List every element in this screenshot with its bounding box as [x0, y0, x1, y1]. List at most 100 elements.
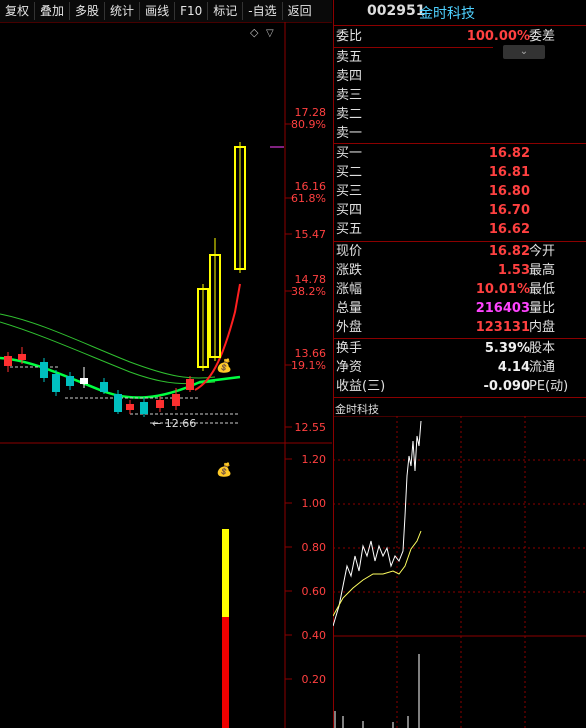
weibi-label: 委比 — [336, 29, 363, 44]
stat-value: 5.39% — [484, 341, 530, 356]
money-bag-icon: 💰 — [216, 358, 232, 374]
toolbar-button[interactable]: -自选 — [243, 2, 283, 20]
toolbar-button[interactable]: 标记 — [208, 2, 244, 20]
stat-label-secondary: 最低 — [529, 282, 556, 297]
sell-level-row[interactable]: 卖一 — [333, 125, 586, 143]
stat-value: -0.090 — [483, 379, 530, 394]
candle-body — [18, 354, 26, 360]
stat-value: 10.01% — [475, 282, 530, 297]
stat-row: 总量 216403 量比 — [333, 300, 586, 318]
stock-code: 002951 — [367, 3, 426, 19]
stat-label-secondary: PE(动) — [529, 379, 569, 394]
buy-level-label: 买二 — [336, 165, 363, 180]
pct-tick-label: 38.2% — [291, 285, 326, 298]
intraday-mini-chart[interactable] — [333, 416, 586, 728]
stat-row: 涨幅 10.01% 最低 — [333, 281, 586, 299]
toolbar-button[interactable]: 叠加 — [35, 2, 71, 20]
pct-tick-label: 80.9% — [291, 118, 326, 131]
stat-label: 净资 — [336, 360, 363, 375]
stat-label-secondary: 流通 — [529, 360, 556, 375]
intraday-avg-line — [333, 530, 422, 617]
chevron-down-icon[interactable]: ▽ — [266, 28, 274, 39]
candle-body — [80, 378, 88, 384]
volume-bar-yellow — [222, 529, 229, 617]
volume-tick-label: 0.40 — [302, 629, 327, 642]
volume-tick-label: 1.20 — [302, 453, 327, 466]
candle-body — [140, 402, 148, 414]
stat-value: 216403 — [475, 301, 530, 316]
chart-toolbar: 复权 叠加 多股 统计 画线 F10 标记 -自选 返回 — [0, 0, 332, 22]
buy-level-row[interactable]: 买四 16.70 — [333, 202, 586, 220]
stat-value: 16.82 — [488, 244, 530, 259]
stat-label: 换手 — [336, 341, 363, 356]
sell-level-row[interactable]: 卖三 — [333, 87, 586, 105]
intraday-volume — [334, 654, 420, 728]
buy-level-price: 16.70 — [488, 203, 530, 218]
toolbar-button[interactable]: 多股 — [70, 2, 106, 20]
candle-body — [172, 394, 180, 406]
stat-value: 4.14 — [497, 360, 530, 375]
toolbar-button[interactable]: 返回 — [283, 2, 317, 20]
ma-upper-line — [0, 313, 216, 379]
buy-level-row[interactable]: 买三 16.80 — [333, 183, 586, 201]
stat-label: 收益(三) — [336, 379, 386, 394]
stat-label-secondary: 内盘 — [529, 320, 556, 335]
volume-bar-red — [222, 617, 229, 728]
sell-level-row[interactable]: 卖二 — [333, 106, 586, 124]
toolbar-button[interactable]: 画线 — [140, 2, 176, 20]
buy-level-label: 买三 — [336, 184, 363, 199]
toolbar-button[interactable]: 复权 — [0, 2, 36, 20]
ma-red-line — [194, 283, 241, 391]
stat-row: 外盘 123131 内盘 — [333, 319, 586, 337]
volume-tick-label: 0.80 — [302, 541, 327, 554]
money-bag-icon: 💰 — [216, 462, 232, 478]
sell-level-row[interactable]: 卖四 — [333, 68, 586, 86]
candle-body — [114, 394, 122, 412]
toolbar-button[interactable]: 统计 — [105, 2, 141, 20]
stat-row: 净资 4.14 流通 — [333, 359, 586, 377]
candle-body — [100, 382, 108, 392]
stat-label: 涨跌 — [336, 263, 363, 278]
stat-row: 现价 16.82 今开 — [333, 243, 586, 261]
stat-value: 123131 — [475, 320, 530, 335]
buy-level-price: 16.62 — [488, 222, 530, 237]
candle-body — [66, 376, 74, 386]
weicha-label: 委差 — [529, 29, 556, 44]
buy-level-label: 买五 — [336, 222, 363, 237]
candle-body — [52, 374, 60, 392]
low-price-label: ← 12.66 — [152, 417, 196, 430]
stat-label-secondary: 今开 — [529, 244, 556, 259]
price-tick-label: 15.47 — [295, 228, 327, 241]
buy-level-row[interactable]: 买二 16.81 — [333, 164, 586, 182]
stat-value: 1.53 — [497, 263, 530, 278]
buy-level-price: 16.81 — [488, 165, 530, 180]
sell-level-label: 卖二 — [336, 107, 363, 122]
stat-label: 外盘 — [336, 320, 363, 335]
diamond-icon[interactable]: ◇ — [250, 26, 259, 39]
stat-row: 换手 5.39% 股本 — [333, 340, 586, 358]
kline-chart[interactable]: ◇ ▽ 17.2880.9%16.1661.8%15.4714.7838.2%1… — [0, 22, 332, 728]
buy-level-price: 16.82 — [488, 146, 530, 161]
toolbar-button[interactable]: F10 — [175, 2, 209, 20]
buy-level-row[interactable]: 买五 16.62 — [333, 221, 586, 239]
pct-tick-label: 19.1% — [291, 359, 326, 372]
stat-row: 涨跌 1.53 最高 — [333, 262, 586, 280]
buy-level-label: 买一 — [336, 146, 363, 161]
stock-name[interactable]: 金时科技 — [419, 3, 475, 23]
weibi-row: 委比 100.00% 委差 — [333, 28, 586, 46]
stat-label: 现价 — [336, 244, 363, 259]
stat-label-secondary: 股本 — [529, 341, 556, 356]
candle-body — [40, 362, 48, 378]
volume-tick-label: 1.00 — [302, 497, 327, 510]
candle-body — [4, 356, 12, 366]
volume-tick-label: 0.20 — [302, 673, 327, 686]
candle-body — [126, 404, 134, 410]
stat-row: 收益(三) -0.090 PE(动) — [333, 378, 586, 396]
stat-label: 涨幅 — [336, 282, 363, 297]
mini-chart-title: 金时科技 — [335, 403, 379, 416]
stat-label-secondary: 量比 — [529, 301, 556, 316]
buy-level-row[interactable]: 买一 16.82 — [333, 145, 586, 163]
stat-label-secondary: 最高 — [529, 263, 556, 278]
sell-level-label: 卖五 — [336, 50, 363, 65]
sell-level-row[interactable]: 卖五 — [333, 49, 586, 67]
